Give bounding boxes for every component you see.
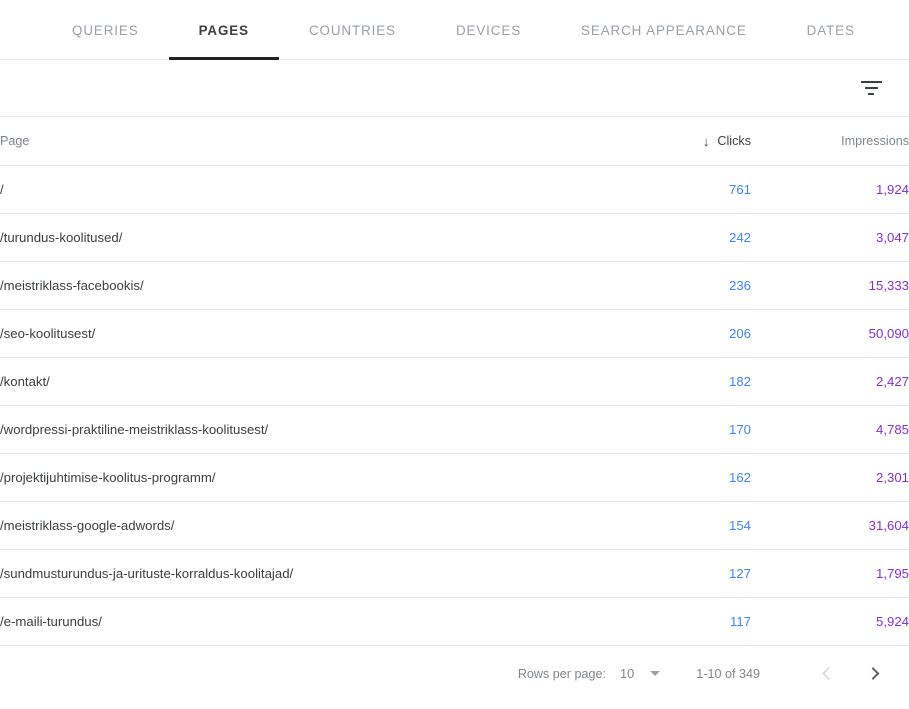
filter-icon: [861, 81, 882, 96]
column-header-impressions[interactable]: Impressions: [751, 117, 909, 165]
chevron-down-icon: [650, 671, 660, 676]
cell-clicks: 236: [620, 261, 751, 309]
search-console-performance-panel: QUERIES PAGES COUNTRIES DEVICES SEARCH A…: [0, 0, 909, 709]
table-row[interactable]: /sundmusturundus-ja-urituste-korraldus-k…: [0, 549, 909, 597]
cell-clicks: 127: [620, 549, 751, 597]
performance-table: Page ↓ Clicks Impressions /7611,924/turun…: [0, 117, 909, 646]
pagination-bar: Rows per page: 10 1-10 of 349: [0, 646, 909, 702]
rows-per-page-label: Rows per page:: [518, 667, 606, 681]
chevron-left-icon: [822, 667, 835, 680]
cell-clicks: 761: [620, 165, 751, 213]
table-toolbar: [0, 60, 909, 117]
next-page-button[interactable]: [857, 657, 891, 691]
table-row[interactable]: /kontakt/1822,427: [0, 357, 909, 405]
tab-label: COUNTRIES: [309, 23, 396, 38]
cell-page[interactable]: /meistriklass-google-adwords/: [0, 501, 620, 549]
column-header-clicks[interactable]: ↓ Clicks: [620, 117, 751, 165]
cell-impressions: 50,090: [751, 309, 909, 357]
table-header-row: Page ↓ Clicks Impressions: [0, 117, 909, 165]
cell-page[interactable]: /e-maili-turundus/: [0, 597, 620, 645]
chevron-right-icon: [866, 667, 879, 680]
cell-clicks: 206: [620, 309, 751, 357]
cell-impressions: 2,301: [751, 453, 909, 501]
table-row[interactable]: /meistriklass-facebookis/23615,333: [0, 261, 909, 309]
cell-impressions: 1,795: [751, 549, 909, 597]
previous-page-button[interactable]: [810, 657, 844, 691]
cell-impressions: 15,333: [751, 261, 909, 309]
cell-page[interactable]: /seo-koolitusest/: [0, 309, 620, 357]
table-body: /7611,924/turundus-koolitused/2423,047/m…: [0, 165, 909, 645]
cell-clicks: 242: [620, 213, 751, 261]
table-row[interactable]: /meistriklass-google-adwords/15431,604: [0, 501, 909, 549]
filter-button[interactable]: [852, 69, 890, 107]
table-row[interactable]: /seo-koolitusest/20650,090: [0, 309, 909, 357]
cell-impressions: 5,924: [751, 597, 909, 645]
sort-descending-icon: ↓: [703, 135, 710, 148]
rows-per-page-select[interactable]: 10: [620, 666, 660, 681]
tab-label: PAGES: [199, 23, 249, 38]
tab-label: DEVICES: [456, 23, 521, 38]
cell-page[interactable]: /kontakt/: [0, 357, 620, 405]
cell-page[interactable]: /wordpressi-praktiline-meistriklass-kool…: [0, 405, 620, 453]
cell-clicks: 117: [620, 597, 751, 645]
cell-page[interactable]: /: [0, 165, 620, 213]
cell-clicks: 154: [620, 501, 751, 549]
cell-impressions: 4,785: [751, 405, 909, 453]
tab-devices[interactable]: DEVICES: [426, 0, 551, 60]
cell-impressions: 31,604: [751, 501, 909, 549]
cell-clicks: 162: [620, 453, 751, 501]
tab-search-appearance[interactable]: SEARCH APPEARANCE: [551, 0, 777, 60]
cell-clicks: 182: [620, 357, 751, 405]
tab-queries[interactable]: QUERIES: [42, 0, 169, 60]
table-row[interactable]: /7611,924: [0, 165, 909, 213]
tab-label: QUERIES: [72, 23, 139, 38]
table-row[interactable]: /wordpressi-praktiline-meistriklass-kool…: [0, 405, 909, 453]
cell-page[interactable]: /sundmusturundus-ja-urituste-korraldus-k…: [0, 549, 620, 597]
column-header-clicks-label: Clicks: [717, 134, 751, 148]
pagination-range-label: 1-10 of 349: [696, 667, 760, 681]
rows-per-page-value: 10: [620, 666, 634, 681]
cell-page[interactable]: /meistriklass-facebookis/: [0, 261, 620, 309]
table-row[interactable]: /e-maili-turundus/1175,924: [0, 597, 909, 645]
tab-label: DATES: [807, 23, 855, 38]
cell-clicks: 170: [620, 405, 751, 453]
cell-impressions: 3,047: [751, 213, 909, 261]
table-header: Page ↓ Clicks Impressions: [0, 117, 909, 165]
cell-impressions: 1,924: [751, 165, 909, 213]
cell-impressions: 2,427: [751, 357, 909, 405]
column-header-impressions-label: Impressions: [841, 134, 909, 148]
column-header-page-label: Page: [0, 134, 29, 148]
column-header-page[interactable]: Page: [0, 117, 620, 165]
table-row[interactable]: /projektijuhtimise-koolitus-programm/162…: [0, 453, 909, 501]
table-row[interactable]: /turundus-koolitused/2423,047: [0, 213, 909, 261]
tab-countries[interactable]: COUNTRIES: [279, 0, 426, 60]
cell-page[interactable]: /projektijuhtimise-koolitus-programm/: [0, 453, 620, 501]
tab-dates[interactable]: DATES: [777, 0, 885, 60]
dimension-tabs: QUERIES PAGES COUNTRIES DEVICES SEARCH A…: [0, 0, 909, 60]
cell-page[interactable]: /turundus-koolitused/: [0, 213, 620, 261]
tab-label: SEARCH APPEARANCE: [581, 23, 747, 38]
tab-pages[interactable]: PAGES: [169, 0, 279, 60]
